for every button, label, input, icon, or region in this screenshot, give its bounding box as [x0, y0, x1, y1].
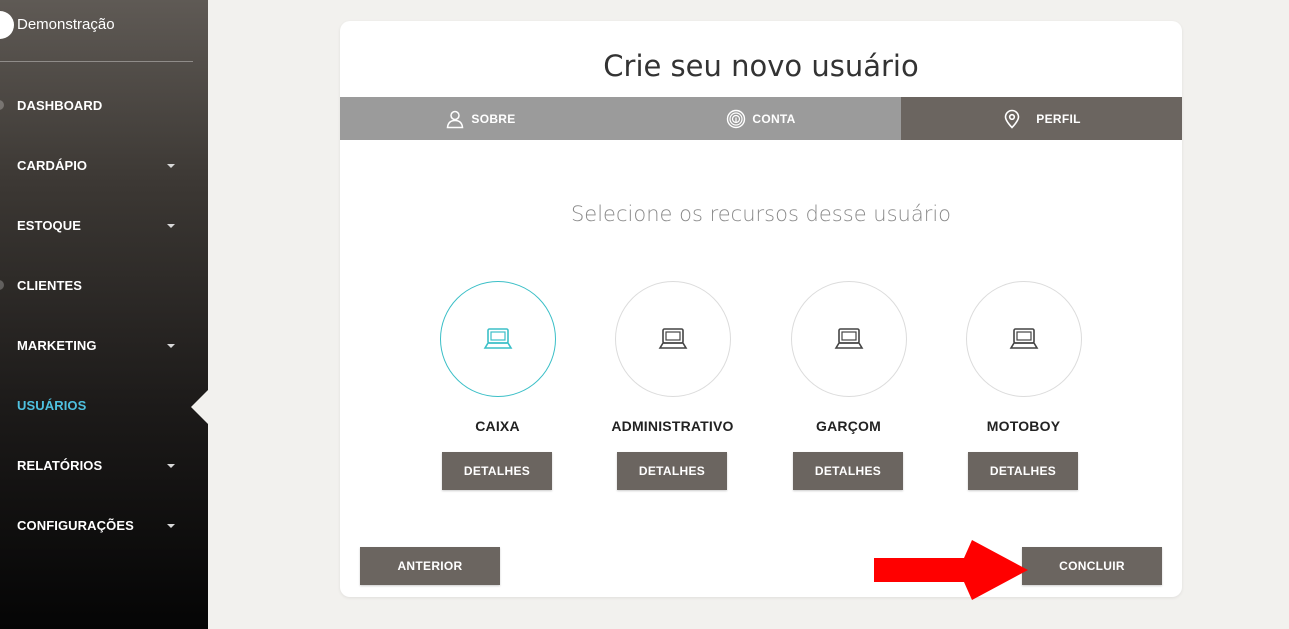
sidebar-item-usuarios[interactable]: USUÁRIOS [0, 386, 208, 426]
sidebar-item-label: CLIENTES [17, 278, 83, 293]
wizard-steps: SOBRE CONTA PERFIL [340, 97, 1182, 140]
fingerprint-icon [727, 109, 746, 128]
sidebar-item-label: MARKETING [17, 338, 97, 353]
role-select-circle[interactable] [615, 281, 731, 397]
chevron-down-icon [167, 344, 175, 348]
role-label: GARÇOM [816, 418, 881, 434]
sidebar-header: Demonstração [0, 0, 208, 62]
user-icon [447, 110, 464, 128]
section-subtitle: Selecione os recursos desse usuário [570, 202, 952, 226]
previous-button[interactable]: ANTERIOR [360, 547, 500, 585]
sidebar: Demonstração DASHBOARD CARDÁPIO ESTOQUE … [0, 0, 208, 629]
sidebar-item-cardapio[interactable]: CARDÁPIO [0, 146, 208, 186]
sidebar-item-label: ESTOQUE [17, 218, 82, 233]
role-select-circle[interactable] [440, 281, 556, 397]
dashboard-icon [0, 100, 4, 110]
sidebar-item-relatorios[interactable]: RELATÓRIOS [0, 446, 208, 486]
tab-label: SOBRE [471, 111, 516, 126]
tab-perfil[interactable]: PERFIL [901, 97, 1182, 140]
laptop-icon [658, 328, 688, 349]
role-caixa: CAIXA DETALHES [410, 281, 585, 491]
sidebar-item-dashboard[interactable]: DASHBOARD [0, 86, 208, 126]
location-pin-icon [1004, 109, 1020, 129]
chevron-down-icon [167, 224, 175, 228]
sidebar-item-label: CONFIGURAÇÕES [17, 518, 134, 533]
laptop-icon [1009, 328, 1039, 349]
role-select-circle[interactable] [791, 281, 907, 397]
role-select-circle[interactable] [966, 281, 1082, 397]
role-label: CAIXA [475, 418, 520, 434]
tab-conta[interactable]: CONTA [621, 97, 901, 140]
details-button[interactable]: DETALHES [442, 452, 552, 490]
sidebar-divider [0, 61, 193, 62]
sidebar-item-label: RELATÓRIOS [17, 458, 103, 473]
details-button[interactable]: DETALHES [968, 452, 1078, 490]
avatar[interactable] [0, 11, 14, 39]
role-garcom: GARÇOM DETALHES [761, 281, 936, 491]
active-item-pointer [191, 390, 208, 424]
sidebar-item-label: USUÁRIOS [17, 398, 87, 413]
tab-label: CONTA [752, 111, 796, 126]
sidebar-item-marketing[interactable]: MARKETING [0, 326, 208, 366]
role-label: ADMINISTRATIVO [611, 418, 734, 434]
role-administrativo: ADMINISTRATIVO DETALHES [585, 281, 760, 491]
sidebar-item-configuracoes[interactable]: CONFIGURAÇÕES [0, 506, 208, 546]
sidebar-item-label: CARDÁPIO [17, 158, 88, 173]
page-title: Crie seu novo usuário [603, 49, 919, 83]
role-motoboy: MOTOBOY DETALHES [936, 281, 1111, 491]
details-button[interactable]: DETALHES [793, 452, 903, 490]
laptop-icon [483, 328, 513, 349]
sidebar-title: Demonstração [17, 16, 115, 33]
role-label: MOTOBOY [986, 418, 1061, 434]
details-button[interactable]: DETALHES [617, 452, 727, 490]
tab-label: PERFIL [1036, 111, 1081, 126]
red-arrow-annotation-icon [874, 540, 1028, 600]
create-user-card: Crie seu novo usuário SOBRE CONTA PERFIL… [340, 21, 1182, 597]
tab-sobre[interactable]: SOBRE [340, 97, 621, 140]
sidebar-item-estoque[interactable]: ESTOQUE [0, 206, 208, 246]
clients-icon [0, 280, 4, 290]
chevron-down-icon [167, 464, 175, 468]
chevron-down-icon [167, 524, 175, 528]
sidebar-item-label: DASHBOARD [17, 98, 103, 113]
laptop-icon [834, 328, 864, 349]
chevron-down-icon [167, 164, 175, 168]
sidebar-item-clientes[interactable]: CLIENTES [0, 266, 208, 306]
finish-button[interactable]: CONCLUIR [1022, 547, 1162, 585]
